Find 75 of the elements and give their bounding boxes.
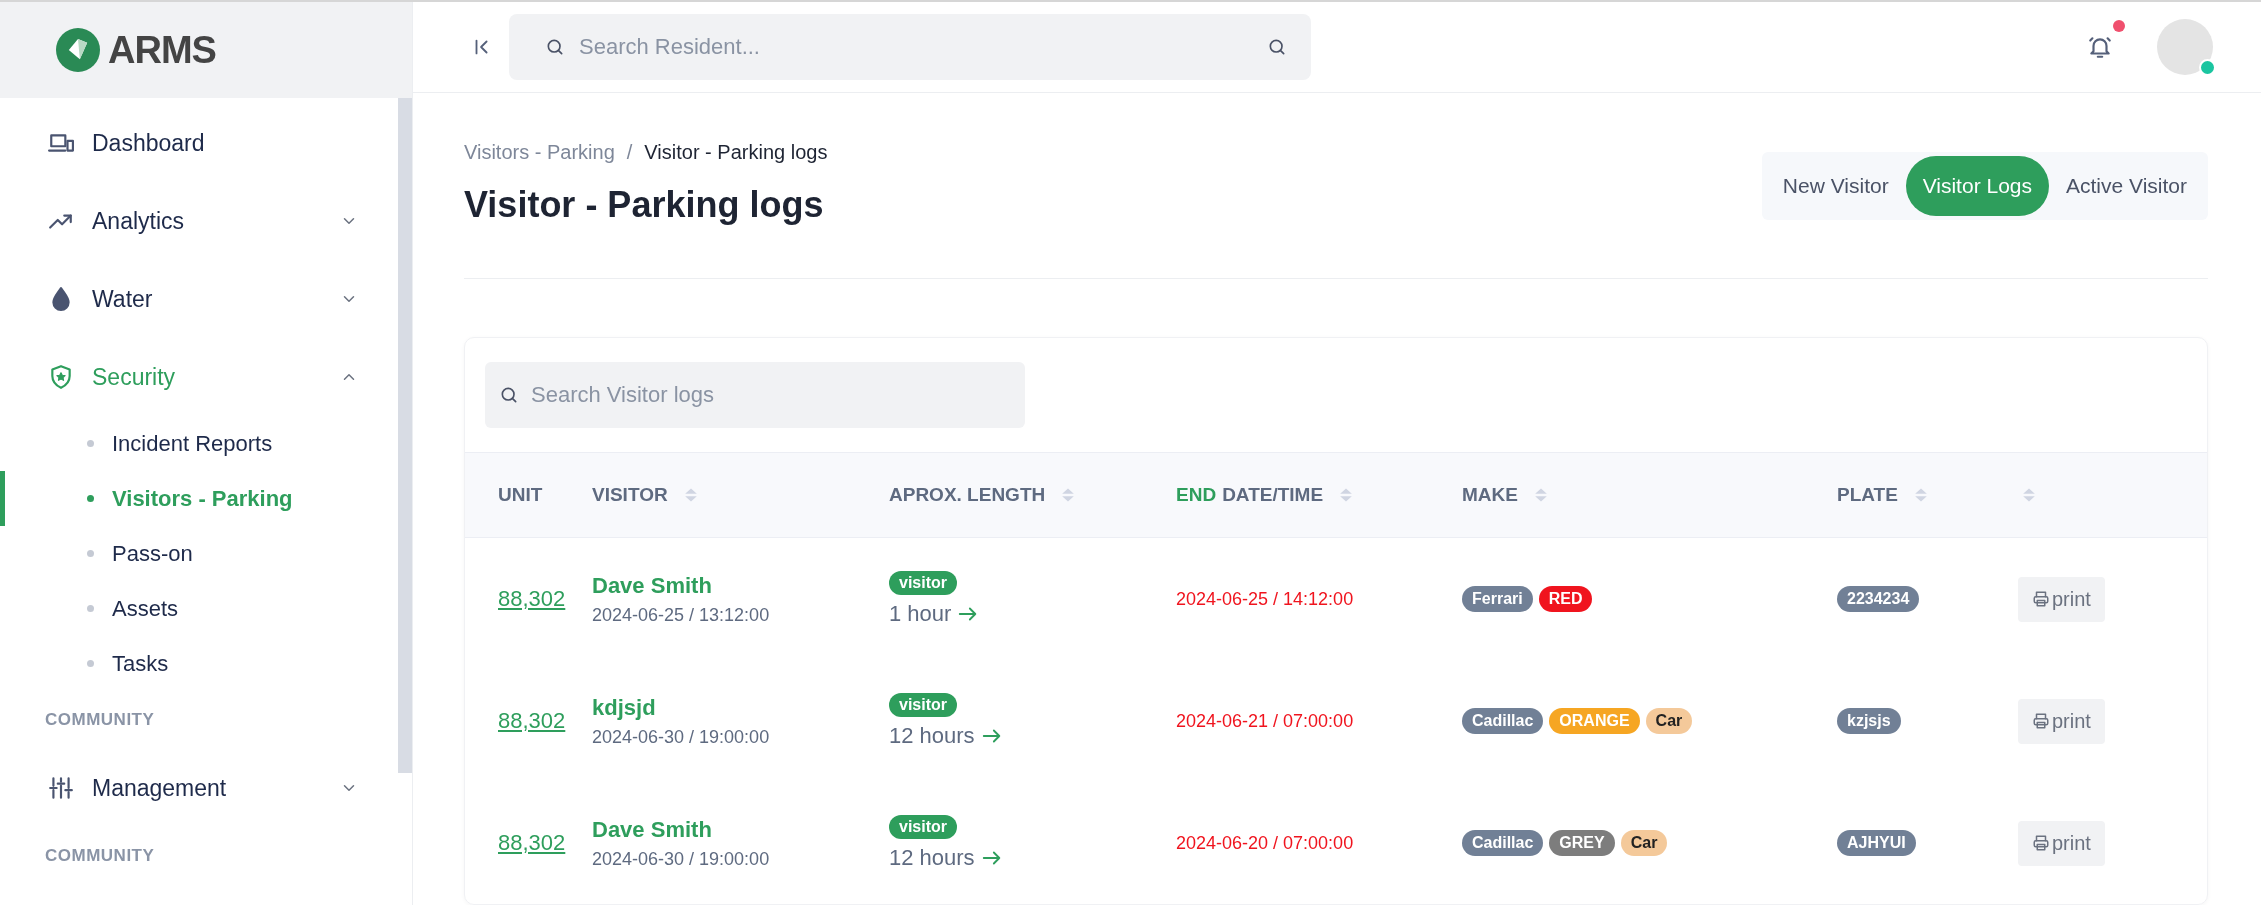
nav-subitem[interactable]: Tasks: [0, 636, 398, 691]
print-button[interactable]: print: [2018, 698, 2105, 744]
visit-time: 2024-06-30 / 19:00:00: [592, 848, 770, 870]
search-icon: [1267, 37, 1287, 57]
shield-icon: [48, 364, 74, 390]
unit-link[interactable]: 88,302: [498, 830, 566, 856]
visitor-name[interactable]: kdjsjd: [592, 694, 656, 721]
length-text: 12 hours: [889, 723, 975, 749]
breadcrumb-separator: /: [626, 141, 633, 164]
type-tag: visitor: [889, 693, 957, 717]
search-icon: [545, 37, 565, 57]
print-button[interactable]: print: [2018, 820, 2105, 866]
tab[interactable]: Active Visitor: [2049, 156, 2204, 216]
length-text: 1 hour: [889, 601, 952, 627]
make-tag: Car: [1620, 830, 1668, 856]
column-header: VISITOR: [592, 484, 668, 506]
breadcrumb-link[interactable]: Visitors - Parking: [464, 141, 615, 164]
make-tag: ORANGE: [1549, 708, 1640, 734]
visitor-name[interactable]: Dave Smith: [592, 572, 712, 599]
type-tag: visitor: [889, 815, 957, 839]
logo-icon: [56, 28, 100, 72]
column-header: END: [1176, 484, 1217, 506]
search-icon: [499, 385, 519, 405]
sliders-icon: [48, 775, 74, 801]
tab[interactable]: New Visitor: [1765, 156, 1906, 216]
nav-item[interactable]: Dashboard: [0, 104, 398, 182]
search-field[interactable]: Search Resident...: [509, 14, 1311, 80]
nav-subitem[interactable]: Assets: [0, 581, 398, 636]
section-label: COMMUNITY: [44, 709, 156, 731]
make-tag: Car: [1645, 708, 1693, 734]
printer-icon: [2032, 712, 2050, 730]
unit-link[interactable]: 88,302: [498, 708, 566, 734]
column-header: DATE/TIME: [1222, 484, 1324, 506]
scrollbar[interactable]: [398, 98, 412, 773]
make-tag: Cadillac: [1462, 830, 1544, 856]
visit-time: 2024-06-30 / 19:00:00: [592, 726, 770, 748]
visit-time: 2024-06-25 / 13:12:00: [592, 604, 770, 626]
nav-item[interactable]: Management: [0, 749, 398, 827]
brand-name: ARMS: [108, 28, 216, 72]
avatar[interactable]: [2157, 19, 2213, 75]
page-title: Visitor - Parking logs: [464, 184, 825, 226]
plate-tag: AJHYUI: [1837, 830, 1916, 856]
make-tag: Cadillac: [1462, 708, 1544, 734]
printer-icon: [2032, 834, 2050, 852]
end-time: 2024-06-25 / 14:12:00: [1176, 588, 1354, 610]
visitor-name[interactable]: Dave Smith: [592, 816, 712, 843]
section-label: COMMUNITY: [44, 845, 156, 867]
end-time: 2024-06-20 / 07:00:00: [1176, 832, 1354, 854]
nav-item[interactable]: Analytics: [0, 182, 398, 260]
search-input[interactable]: Search Visitor logs: [529, 381, 1011, 409]
nav-item[interactable]: Water: [0, 260, 398, 338]
make-tag: Ferrari: [1462, 586, 1533, 612]
bell-icon: [2087, 34, 2113, 60]
nav-subitem[interactable]: Pass-on: [0, 526, 398, 581]
make-tag: GREY: [1549, 830, 1615, 856]
search-field[interactable]: Search Visitor logs: [485, 362, 1025, 428]
type-tag: visitor: [889, 571, 957, 595]
nav-subitem[interactable]: Incident Reports: [0, 416, 398, 471]
plate-tag: 2234234: [1837, 586, 1920, 612]
end-time: 2024-06-21 / 07:00:00: [1176, 710, 1354, 732]
print-button[interactable]: print: [2018, 576, 2105, 622]
column-header: APROX. LENGTH: [889, 484, 1046, 506]
length-text: 12 hours: [889, 845, 975, 871]
column-header: UNIT: [498, 484, 543, 506]
unit-link[interactable]: 88,302: [498, 586, 566, 612]
column-header: PLATE: [1837, 484, 1898, 506]
search-input[interactable]: Search Resident...: [577, 33, 1255, 61]
nav-subitem[interactable]: Visitors - Parking: [0, 471, 398, 526]
make-tag: RED: [1538, 586, 1593, 612]
tab[interactable]: Visitor Logs: [1905, 156, 2049, 216]
plate-tag: kzjsjs: [1837, 708, 1901, 734]
breadcrumb-current: Visitor - Parking logs: [644, 141, 828, 164]
nav-item[interactable]: Security: [0, 338, 398, 416]
printer-icon: [2032, 590, 2050, 608]
column-header: MAKE: [1462, 484, 1518, 506]
